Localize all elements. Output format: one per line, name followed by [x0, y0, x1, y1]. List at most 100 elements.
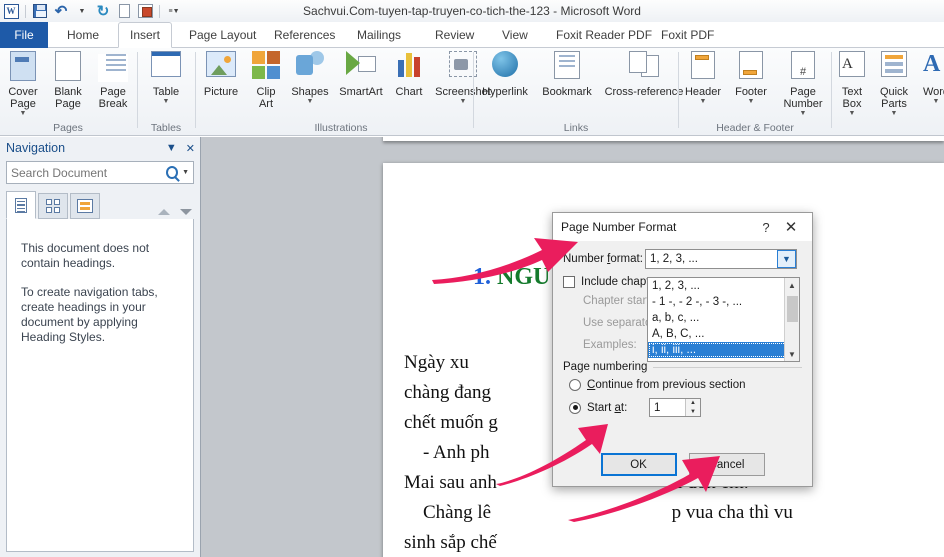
dropdown-scrollbar[interactable]: ▲ ▼: [784, 278, 799, 361]
chevron-down-icon[interactable]: ▼: [891, 110, 898, 117]
tab-page-layout[interactable]: Page Layout: [178, 22, 267, 48]
table-button[interactable]: Table ▼: [138, 51, 194, 105]
search-options-icon[interactable]: ▼: [182, 169, 189, 176]
search-icon[interactable]: [166, 166, 179, 179]
navigation-empty-state: This document does not contain headings.…: [6, 219, 194, 552]
navigation-header: Navigation ▼ ✕: [0, 137, 200, 159]
chevron-down-icon[interactable]: ▼: [307, 98, 314, 105]
text-box-button[interactable]: A Text Box ▼: [832, 51, 872, 117]
page-number-button[interactable]: # Page Number ▼: [775, 51, 831, 117]
chevron-down-icon[interactable]: ▼: [748, 98, 755, 105]
dropdown-option-0[interactable]: 1, 2, 3, ...: [648, 278, 799, 294]
chevron-down-icon[interactable]: ▼: [163, 98, 170, 105]
dialog-title-bar: Page Number Format ? ✕: [553, 213, 812, 241]
close-icon[interactable]: ✕: [186, 142, 195, 155]
header-button[interactable]: Header ▼: [679, 51, 727, 105]
navigation-tab-pages[interactable]: [38, 193, 68, 219]
previous-result-icon[interactable]: [158, 209, 170, 215]
navigation-menu-icon[interactable]: ▼: [166, 142, 177, 154]
search-box[interactable]: ▼: [6, 161, 194, 184]
wordart-button[interactable]: A Word ▼: [916, 51, 944, 105]
group-label-tables: Tables: [150, 122, 182, 134]
tab-foxit-reader-pdf[interactable]: Foxit Reader PDF: [545, 22, 663, 48]
chevron-down-icon[interactable]: ▼: [849, 110, 856, 117]
cross-reference-label: Cross-reference: [604, 86, 684, 98]
tab-file[interactable]: File: [0, 22, 48, 48]
group-label-links: Links: [563, 122, 589, 134]
blank-page-button[interactable]: Blank Page: [46, 51, 90, 110]
chevron-down-icon[interactable]: ▼: [933, 98, 940, 105]
picture-button[interactable]: Picture: [196, 51, 246, 98]
footer-button[interactable]: Footer ▼: [727, 51, 775, 105]
shapes-button[interactable]: Shapes ▼: [286, 51, 334, 105]
quick-parts-button[interactable]: Quick Parts ▼: [872, 51, 916, 117]
tab-review[interactable]: Review: [424, 22, 485, 48]
ribbon-group-links: Hyperlink Bookmark Cross-reference Links: [474, 48, 683, 136]
number-format-dropdown-list[interactable]: 1, 2, 3, ... - 1 -, - 2 -, - 3 -, ... a,…: [647, 277, 800, 362]
spinner-down-icon[interactable]: ▼: [686, 408, 700, 417]
previous-page: [383, 137, 944, 141]
ribbon-group-header-footer: Header ▼ Footer ▼ # Page Number ▼ Header…: [679, 48, 831, 136]
search-input[interactable]: [11, 165, 166, 180]
help-icon[interactable]: ?: [754, 220, 778, 235]
clip-art-button[interactable]: Clip Art: [246, 51, 286, 110]
search-results-icon: [77, 199, 93, 213]
ribbon-group-tables: Table ▼ Tables: [138, 48, 194, 136]
number-format-combobox[interactable]: 1, 2, 3, ... ▼: [645, 249, 797, 269]
hyperlink-button[interactable]: Hyperlink: [474, 51, 536, 98]
start-at-radio[interactable]: [569, 401, 581, 414]
customize-qat-icon[interactable]: ≡▼: [165, 2, 183, 20]
scrollbar-thumb[interactable]: [787, 296, 798, 322]
chevron-down-icon[interactable]: ▼: [700, 98, 707, 105]
dropdown-option-1[interactable]: - 1 -, - 2 -, - 3 -, ...: [648, 294, 799, 310]
bookmark-button[interactable]: Bookmark: [536, 51, 598, 98]
chart-button[interactable]: Chart: [388, 51, 430, 98]
continue-from-previous-radio[interactable]: [569, 379, 581, 391]
dropdown-option-2[interactable]: a, b, c, ...: [648, 310, 799, 326]
spinner-up-icon[interactable]: ▲: [686, 399, 700, 408]
page-break-button[interactable]: Page Break: [90, 51, 136, 110]
navigation-tab-headings[interactable]: [6, 191, 36, 219]
chevron-down-icon[interactable]: ▼: [800, 110, 807, 117]
tab-foxit-pdf[interactable]: Foxit PDF: [650, 22, 725, 48]
undo-icon[interactable]: ↶: [52, 2, 70, 20]
navigation-tab-results[interactable]: [70, 193, 100, 219]
redo-icon[interactable]: ↻: [94, 2, 112, 20]
dropdown-option-3[interactable]: A, B, C, ...: [648, 326, 799, 342]
arrow-to-ok-button: [568, 456, 720, 522]
tab-references[interactable]: References: [263, 22, 346, 48]
undo-dropdown-icon[interactable]: ▼: [73, 2, 91, 20]
shapes-label: Shapes: [291, 86, 329, 98]
start-at-label: Start at:: [587, 401, 628, 414]
page-break-label: Page Break: [98, 86, 128, 110]
clip-art-label: Clip Art: [256, 86, 276, 110]
ribbon-group-illustrations: Picture Clip Art Shapes ▼ SmartArt Chart…: [196, 48, 491, 136]
dropdown-option-4[interactable]: i, ii, iii, ...: [648, 342, 799, 358]
wordart-label: Word: [922, 86, 944, 98]
chevron-down-icon[interactable]: ▼: [460, 98, 467, 105]
word-logo-icon[interactable]: W: [2, 2, 20, 20]
tab-view[interactable]: View: [491, 22, 539, 48]
save-icon[interactable]: [31, 2, 49, 20]
navigation-pane: Navigation ▼ ✕ ▼: [0, 137, 201, 557]
tab-insert[interactable]: Insert: [118, 22, 173, 48]
next-result-icon[interactable]: [180, 209, 192, 215]
start-at-row[interactable]: Start at: 1 ▲ ▼: [569, 398, 802, 417]
start-at-spinner[interactable]: 1 ▲ ▼: [649, 398, 701, 417]
cover-page-button[interactable]: Cover Page ▼: [0, 51, 46, 117]
scroll-down-icon[interactable]: ▼: [785, 347, 799, 361]
dialog-body: Number format: 1, 2, 3, ... ▼ Include ch…: [553, 241, 812, 432]
new-document-icon[interactable]: [115, 2, 133, 20]
navigation-message-1: This document does not contain headings.: [21, 241, 150, 270]
footer-label: Footer: [735, 86, 767, 98]
chevron-down-icon[interactable]: ▼: [777, 250, 796, 268]
tab-home[interactable]: Home: [56, 22, 110, 48]
continue-from-previous-row[interactable]: Continue from previous section: [569, 379, 802, 391]
close-icon[interactable]: ✕: [778, 220, 804, 235]
chevron-down-icon[interactable]: ▼: [20, 110, 27, 117]
smartart-button[interactable]: SmartArt: [334, 51, 388, 98]
cross-reference-button[interactable]: Cross-reference: [598, 51, 690, 98]
scroll-up-icon[interactable]: ▲: [785, 278, 799, 292]
email-attachment-icon[interactable]: [136, 2, 154, 20]
tab-mailings[interactable]: Mailings: [346, 22, 412, 48]
